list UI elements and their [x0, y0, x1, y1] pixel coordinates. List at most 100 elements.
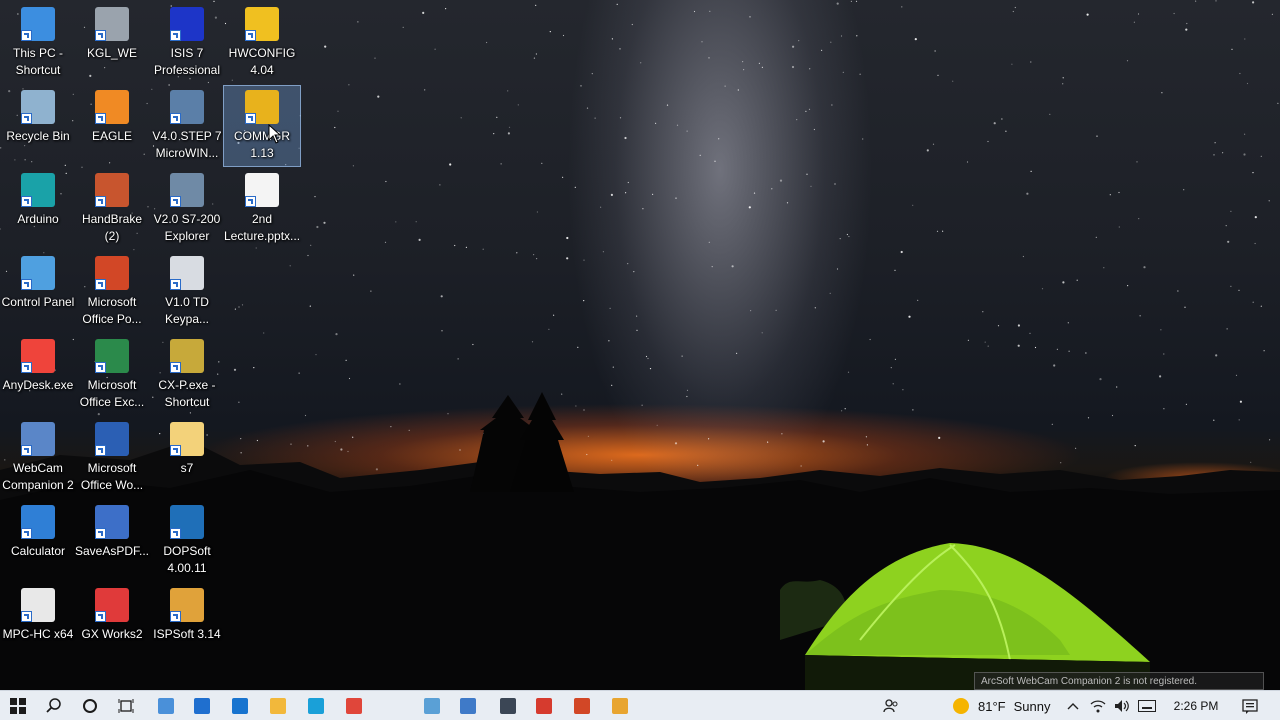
desktop-icon-label: ISPSoft 3.14 — [153, 627, 221, 641]
desktop-icon-label: Recycle Bin — [6, 129, 70, 143]
word-icon — [95, 422, 129, 456]
desktop-icon-arduino[interactable]: Arduino — [0, 169, 76, 249]
desktop-icon-label: COMMGR 1.13 — [234, 129, 290, 160]
desktop-icon-calculator[interactable]: Calculator — [0, 501, 76, 581]
taskbar-logo[interactable] — [490, 691, 526, 720]
desktop-icon-label: Microsoft Office Exc... — [79, 378, 145, 409]
shortcut-arrow-icon — [95, 30, 106, 41]
taskbar-webcam[interactable] — [450, 691, 486, 720]
shortcut-arrow-icon — [170, 362, 181, 373]
shortcut-arrow-icon — [170, 196, 181, 207]
desktop-icon-label: Control Panel — [1, 295, 75, 309]
desktop-icon-label: 2nd Lecture.pptx... — [224, 212, 301, 243]
taskbar-app-3[interactable] — [526, 691, 562, 720]
powerpoint-icon — [95, 256, 129, 290]
app-icon — [424, 698, 440, 714]
webcam-icon — [460, 698, 476, 714]
desktop-icon-ispsoft[interactable]: ISPSoft 3.14 — [149, 584, 225, 664]
desktop-icon-dopsoft[interactable]: DOPSoft 4.00.11 — [149, 501, 225, 581]
weather-widget[interactable] — [950, 691, 972, 720]
desktop-icon-step7-microwin[interactable]: V4.0 STEP 7 MicroWIN... — [149, 86, 225, 166]
eagle-icon — [95, 90, 129, 124]
dopsoft-icon — [170, 505, 204, 539]
desktop-icon-label: KGL_WE — [86, 46, 137, 60]
weather-text[interactable]: 81°F Sunny — [978, 691, 1060, 720]
desktop-icon-kgl-we[interactable]: KGL_WE — [74, 3, 150, 83]
desktop-icon-label: EAGLE — [91, 129, 133, 143]
desktop-icon-this-pc[interactable]: This PC - Shortcut — [0, 3, 76, 83]
taskbar-clock[interactable]: 2:26 PM — [1166, 691, 1226, 720]
keyboard-icon[interactable] — [1136, 691, 1158, 720]
weather-condition: Sunny — [1013, 698, 1051, 714]
desktop-icon-pptx-file[interactable]: 2nd Lecture.pptx... — [224, 169, 300, 249]
desktop-icon-label: V4.0 STEP 7 MicroWIN... — [152, 129, 222, 160]
desktop-icon-cx-programmer[interactable]: CX-P.exe - Shortcut — [149, 335, 225, 415]
taskbar-app-2[interactable] — [414, 691, 450, 720]
taskbar-store[interactable] — [184, 691, 220, 720]
desktop-icon-word[interactable]: Microsoft Office Wo... — [74, 418, 150, 498]
step7-microwin-icon — [170, 90, 204, 124]
desktop-icon-save-as-pdf[interactable]: SaveAsPDF... — [74, 501, 150, 581]
windows-logo-icon — [10, 698, 26, 714]
taskbar-app-1[interactable] — [148, 691, 184, 720]
taskbar-edge[interactable] — [298, 691, 334, 720]
logo-icon — [500, 698, 516, 714]
action-center-button[interactable] — [1238, 691, 1262, 720]
shortcut-arrow-icon — [95, 362, 106, 373]
desktop-icon-label: HandBrake (2) — [81, 212, 143, 243]
taskbar-file-explorer[interactable] — [260, 691, 296, 720]
shortcut-arrow-icon — [245, 30, 256, 41]
calculator-icon — [21, 505, 55, 539]
start-button[interactable] — [0, 691, 36, 720]
desktop-icon-label: Arduino — [17, 212, 59, 226]
desktop-icon-isis[interactable]: ISIS 7 Professional — [149, 3, 225, 83]
desktop-icon-webcam[interactable]: WebCam Companion 2 — [0, 418, 76, 498]
taskbar-powerpoint[interactable] — [564, 691, 600, 720]
task-view-button[interactable] — [108, 691, 144, 720]
desktop-icon-anydesk[interactable]: AnyDesk.exe — [0, 335, 76, 415]
desktop-icon-label: Calculator — [10, 544, 66, 558]
taskbar-chrome[interactable] — [336, 691, 372, 720]
desktop-icon-recycle-bin[interactable]: Recycle Bin — [0, 86, 76, 166]
desktop-icon-mpc-hc[interactable]: MPC-HC x64 — [0, 584, 76, 664]
wifi-icon[interactable] — [1088, 691, 1108, 720]
desktop-icon-excel[interactable]: Microsoft Office Exc... — [74, 335, 150, 415]
shortcut-arrow-icon — [170, 528, 181, 539]
desktop-icon-label: ISIS 7 Professional — [153, 46, 221, 77]
task-view-icon — [118, 698, 134, 714]
people-icon[interactable] — [880, 691, 902, 720]
watermark-text: ArcSoft WebCam Companion 2 is not regist… — [981, 676, 1198, 687]
shortcut-arrow-icon — [21, 30, 32, 41]
desktop-icon-s7-200-explorer[interactable]: V2.0 S7-200 Explorer — [149, 169, 225, 249]
powerpoint-icon — [574, 698, 590, 714]
folder-icon — [270, 698, 286, 714]
desktop-icon-powerpoint[interactable]: Microsoft Office Po... — [74, 252, 150, 332]
taskbar-app-4[interactable] — [602, 691, 638, 720]
shortcut-arrow-icon — [21, 445, 32, 456]
desktop-icon-label: Microsoft Office Po... — [82, 295, 142, 326]
arcsoft-watermark: ArcSoft WebCam Companion 2 is not regist… — [974, 672, 1264, 690]
taskbar-mail[interactable] — [222, 691, 258, 720]
cortana-icon — [82, 698, 98, 714]
desktop-icon-label: DOPSoft 4.00.11 — [163, 544, 211, 575]
volume-icon[interactable] — [1112, 691, 1132, 720]
shortcut-arrow-icon — [170, 445, 181, 456]
desktop-icon-gx-works[interactable]: GX Works2 — [74, 584, 150, 664]
desktop-icon-commgr[interactable]: COMMGR 1.13 — [223, 85, 301, 167]
desktop-icon-hwconfig[interactable]: HWCONFIG 4.04 — [224, 3, 300, 83]
app-icon — [612, 698, 628, 714]
shortcut-arrow-icon — [95, 279, 106, 290]
search-button[interactable] — [36, 691, 72, 720]
kgl-we-icon — [95, 7, 129, 41]
clock-time: 2:26 PM — [1173, 699, 1219, 713]
cortana-button[interactable] — [72, 691, 108, 720]
folder-icon — [170, 422, 204, 456]
shortcut-arrow-icon — [21, 196, 32, 207]
desktop-icon-handbrake[interactable]: HandBrake (2) — [74, 169, 150, 249]
desktop-icon-control-panel[interactable]: Control Panel — [0, 252, 76, 332]
pptx-file-icon — [245, 173, 279, 207]
desktop-icon-folder[interactable]: s7 — [149, 418, 225, 498]
desktop-icon-eagle[interactable]: EAGLE — [74, 86, 150, 166]
chevron-up-icon[interactable] — [1064, 691, 1082, 720]
desktop-icon-td-keypad[interactable]: V1.0 TD Keypa... — [149, 252, 225, 332]
